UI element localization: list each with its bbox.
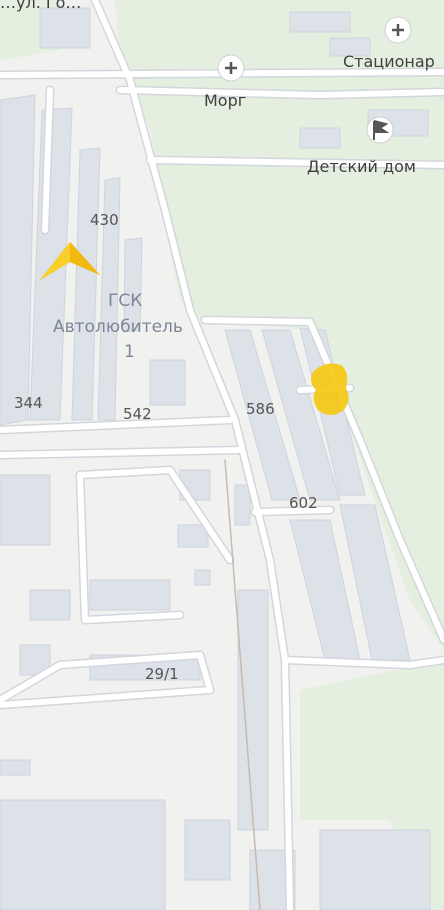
svg-text:1: 1: [124, 342, 135, 362]
poi-label-orphanage: Детский дом: [307, 157, 416, 176]
house-number: 542: [123, 405, 152, 423]
selected-place-marker[interactable]: [311, 363, 349, 415]
house-number: 602: [289, 494, 318, 512]
poi-label-morg: Морг: [204, 91, 246, 110]
house-number: 344: [14, 394, 43, 412]
house-number: 586: [246, 400, 275, 418]
map-canvas[interactable]: …ул. Го… Стационар Морг Детский дом ГСК …: [0, 0, 444, 910]
svg-text:ГСК: ГСК: [108, 291, 142, 311]
svg-text:Автолюбитель: Автолюбитель: [53, 317, 183, 337]
street-name-fragment: …ул. Го…: [0, 0, 81, 12]
poi-label-stationar: Стационар: [343, 52, 435, 71]
house-number: 29/1: [145, 665, 179, 683]
house-number: 430: [90, 211, 119, 229]
